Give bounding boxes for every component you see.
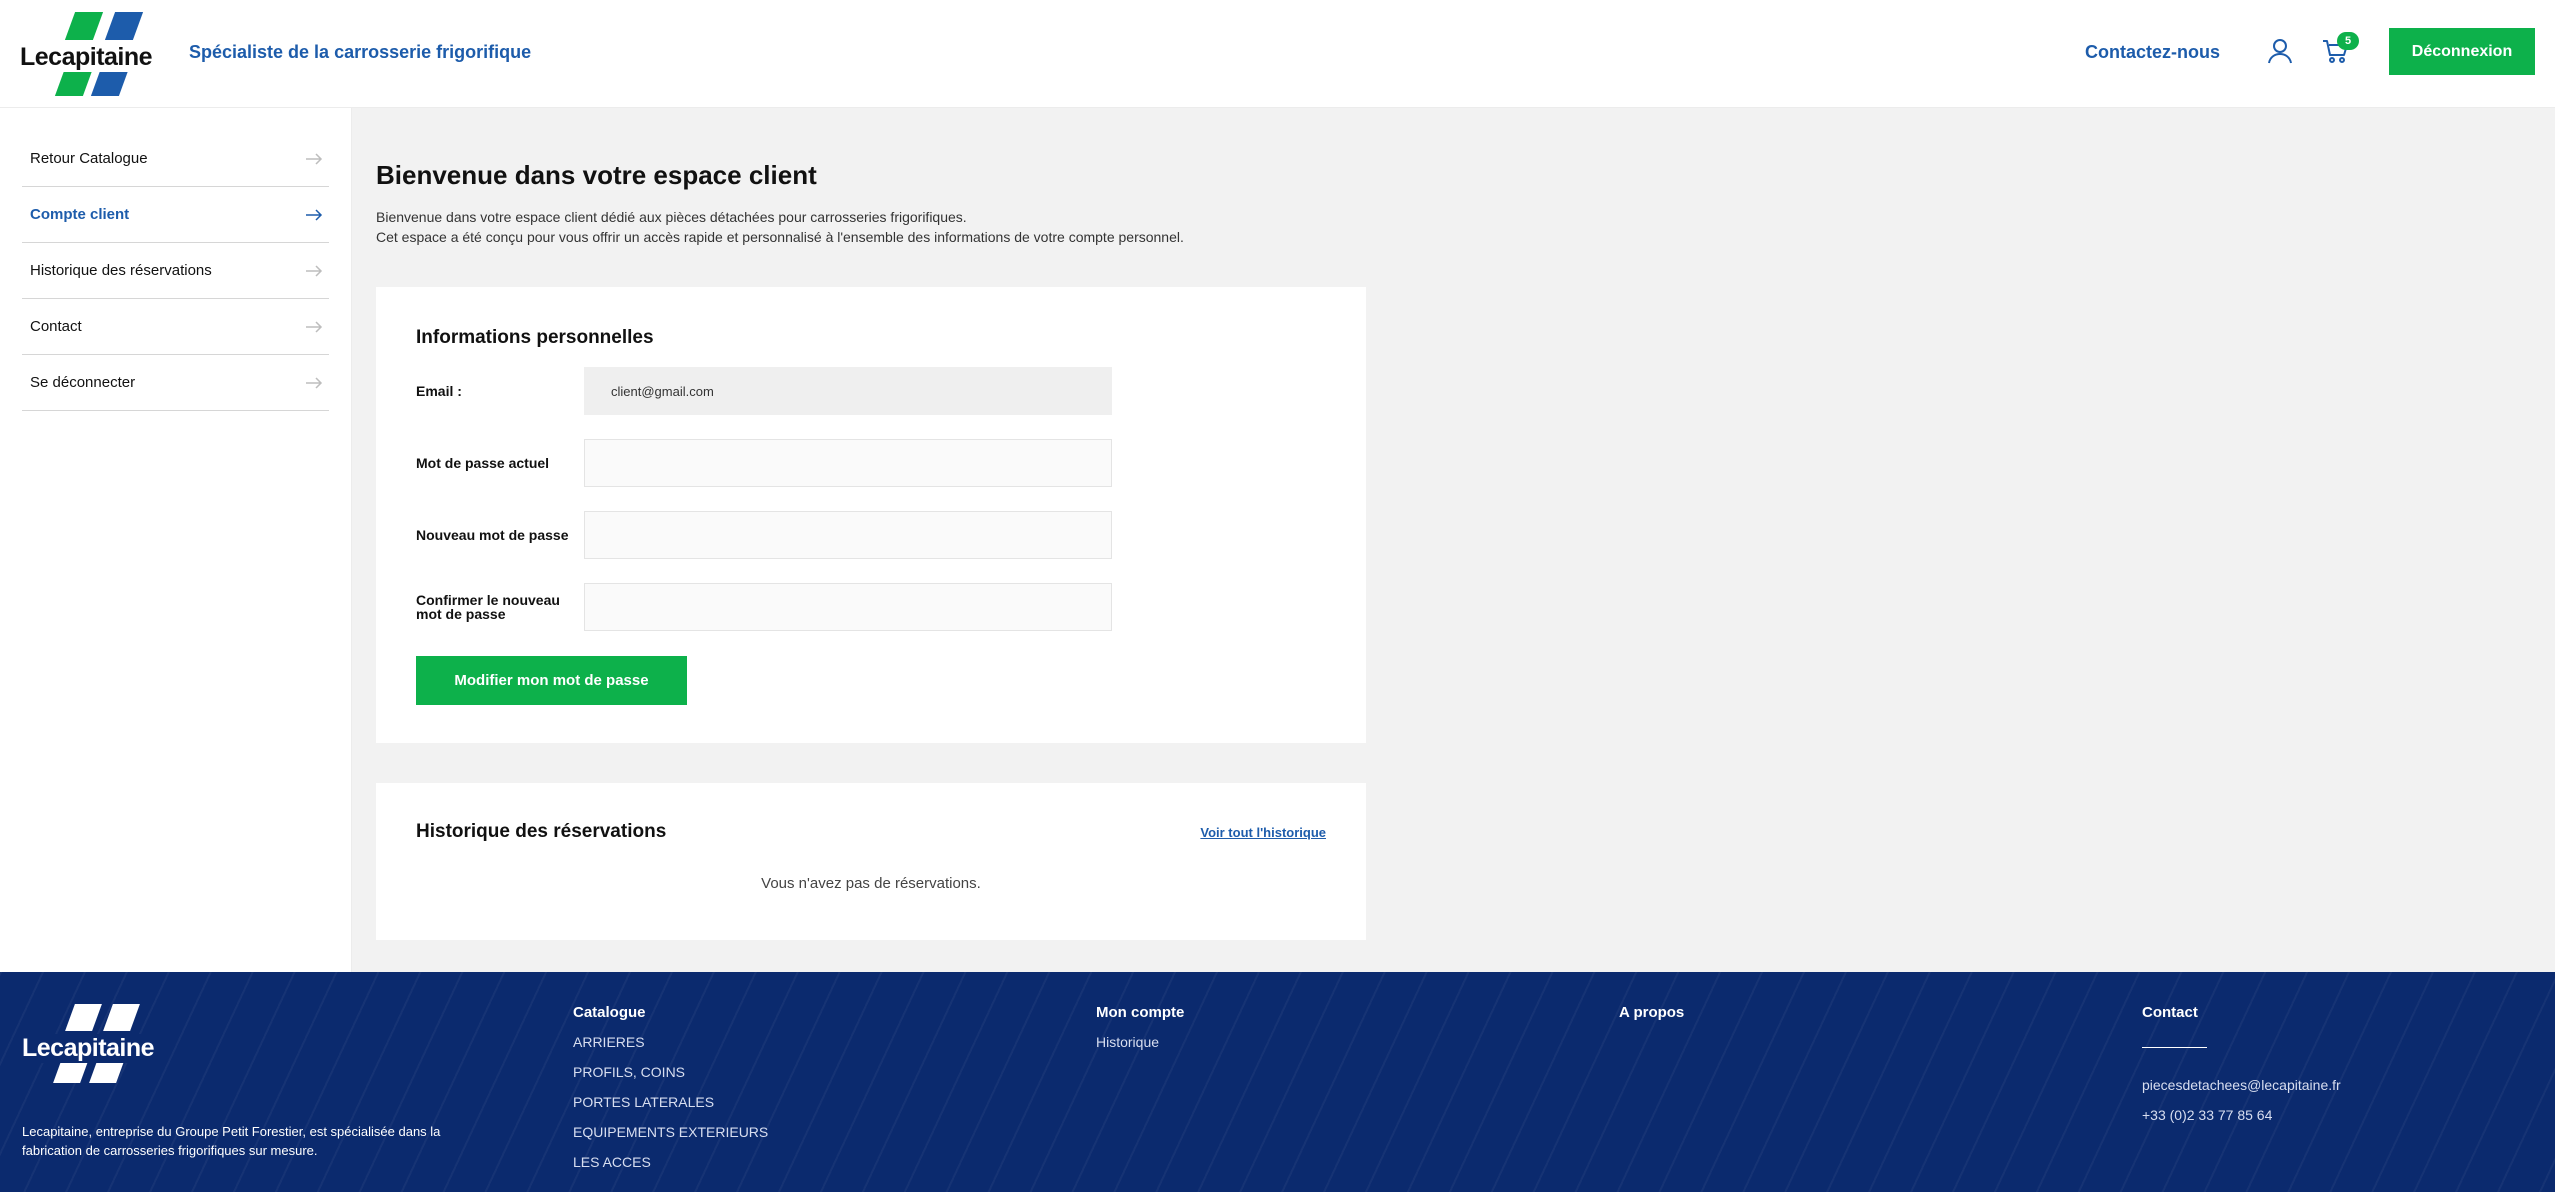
- view-all-history-link[interactable]: Voir tout l'historique: [1200, 825, 1326, 840]
- footer-catalogue-item[interactable]: PORTES LATERALES: [573, 1093, 768, 1123]
- new-password-field[interactable]: [584, 511, 1112, 559]
- change-password-button[interactable]: Modifier mon mot de passe: [416, 656, 687, 705]
- footer-catalogue-item[interactable]: EQUIPEMENTS EXTERIEURS: [573, 1123, 768, 1153]
- sidebar-item-back-catalogue[interactable]: Retour Catalogue: [22, 131, 329, 187]
- sidebar-item-label: Se déconnecter: [30, 374, 136, 391]
- email-label: Email :: [416, 383, 462, 399]
- footer-account-column: Mon compte Historique: [1096, 1004, 1184, 1063]
- reservation-history-card: Historique des réservations Voir tout l'…: [376, 783, 1366, 940]
- footer-catalogue-item[interactable]: ARRIERES: [573, 1033, 768, 1063]
- arrow-right-icon: [306, 208, 323, 221]
- site-header: Lecapitaine Spécialiste de la carrosseri…: [0, 0, 2555, 108]
- footer-description: Lecapitaine, entreprise du Groupe Petit …: [22, 1124, 441, 1158]
- contact-us-link[interactable]: Contactez-nous: [2085, 42, 2220, 63]
- confirm-password-label: Confirmer le nouveau mot de passe: [416, 592, 560, 622]
- footer-logo[interactable]: Lecapitaine: [22, 1004, 159, 1084]
- arrow-right-icon: [306, 264, 323, 277]
- footer-catalogue-item[interactable]: LES ACCES: [573, 1153, 768, 1183]
- arrow-right-icon: [306, 152, 323, 165]
- personal-info-card: Informations personnelles Email : Mot de…: [376, 287, 1366, 743]
- footer-catalogue-column: Catalogue ARRIERES PROFILS, COINS PORTES…: [573, 1004, 768, 1183]
- logo-tile-green-bottom: [54, 68, 94, 96]
- site-tagline: Spécialiste de la carrosserie frigorifiq…: [189, 42, 532, 62]
- intro-line-1: Bienvenue dans votre espace client dédié…: [376, 209, 967, 225]
- footer-contact-email[interactable]: piecesdetachees@lecapitaine.fr: [2142, 1076, 2341, 1106]
- footer-logo-tile-top-left: [65, 1004, 102, 1031]
- page-title: Bienvenue dans votre espace client: [376, 160, 817, 190]
- footer-contact-divider: [2142, 1047, 2207, 1048]
- footer-logo-text: Lecapitaine: [22, 1034, 159, 1063]
- email-field[interactable]: [584, 367, 1112, 415]
- arrow-right-icon: [306, 320, 323, 333]
- arrow-right-icon: [306, 376, 323, 389]
- logo-tile-blue-top: [104, 12, 144, 40]
- logout-button[interactable]: Déconnexion: [2389, 28, 2535, 75]
- footer-contact-column: Contact piecesdetachees@lecapitaine.fr +…: [2142, 1004, 2341, 1136]
- intro-line-2: Cet espace a été conçu pour vous offrir …: [376, 229, 1184, 245]
- footer-contact-phone[interactable]: +33 (0)2 33 77 85 64: [2142, 1106, 2341, 1136]
- user-icon[interactable]: [2267, 38, 2293, 64]
- confirm-password-field[interactable]: [584, 583, 1112, 631]
- sidebar-item-label: Contact: [30, 318, 82, 335]
- history-title: Historique des réservations: [416, 821, 667, 842]
- sidebar-item-logout[interactable]: Se déconnecter: [22, 355, 329, 411]
- logo-text: Lecapitaine: [20, 43, 157, 72]
- footer-catalogue-item[interactable]: PROFILS, COINS: [573, 1063, 768, 1093]
- current-password-label: Mot de passe actuel: [416, 455, 550, 471]
- cart-count-badge: 5: [2337, 32, 2359, 50]
- sidebar-item-contact[interactable]: Contact: [22, 299, 329, 355]
- personal-info-title: Informations personnelles: [416, 327, 654, 348]
- new-password-label: Nouveau mot de passe: [416, 527, 569, 543]
- sidebar-item-history[interactable]: Historique des réservations: [22, 243, 329, 299]
- sidebar-item-label: Historique des réservations: [30, 262, 212, 279]
- main-content: Bienvenue dans votre espace client Bienv…: [352, 108, 2555, 972]
- footer-contact-title: Contact: [2142, 1004, 2198, 1021]
- footer-catalogue-title: Catalogue: [573, 1004, 646, 1021]
- footer-logo-tile-top-right: [103, 1004, 140, 1031]
- account-sidebar: Retour Catalogue Compte client Historique …: [0, 108, 352, 972]
- current-password-field[interactable]: [584, 439, 1112, 487]
- logo-tile-green-top: [64, 12, 104, 40]
- empty-reservations-message: Vous n'avez pas de réservations.: [761, 875, 981, 892]
- footer-about-title[interactable]: A propos: [1619, 1004, 1684, 1021]
- logo-tile-blue-bottom: [90, 68, 130, 96]
- intro-text: Bienvenue dans votre espace client dédié…: [376, 207, 1184, 247]
- footer-account-item-history[interactable]: Historique: [1096, 1033, 1184, 1063]
- footer-account-title: Mon compte: [1096, 1004, 1185, 1021]
- sidebar-item-label: Retour Catalogue: [30, 150, 148, 167]
- footer-about-column: A propos: [1619, 1004, 1684, 1033]
- site-footer: Lecapitaine Lecapitaine, entreprise du G…: [0, 972, 2555, 1192]
- sidebar-item-account[interactable]: Compte client: [22, 187, 329, 243]
- sidebar-item-label: Compte client: [30, 206, 130, 223]
- lecapitaine-logo[interactable]: Lecapitaine: [20, 10, 157, 96]
